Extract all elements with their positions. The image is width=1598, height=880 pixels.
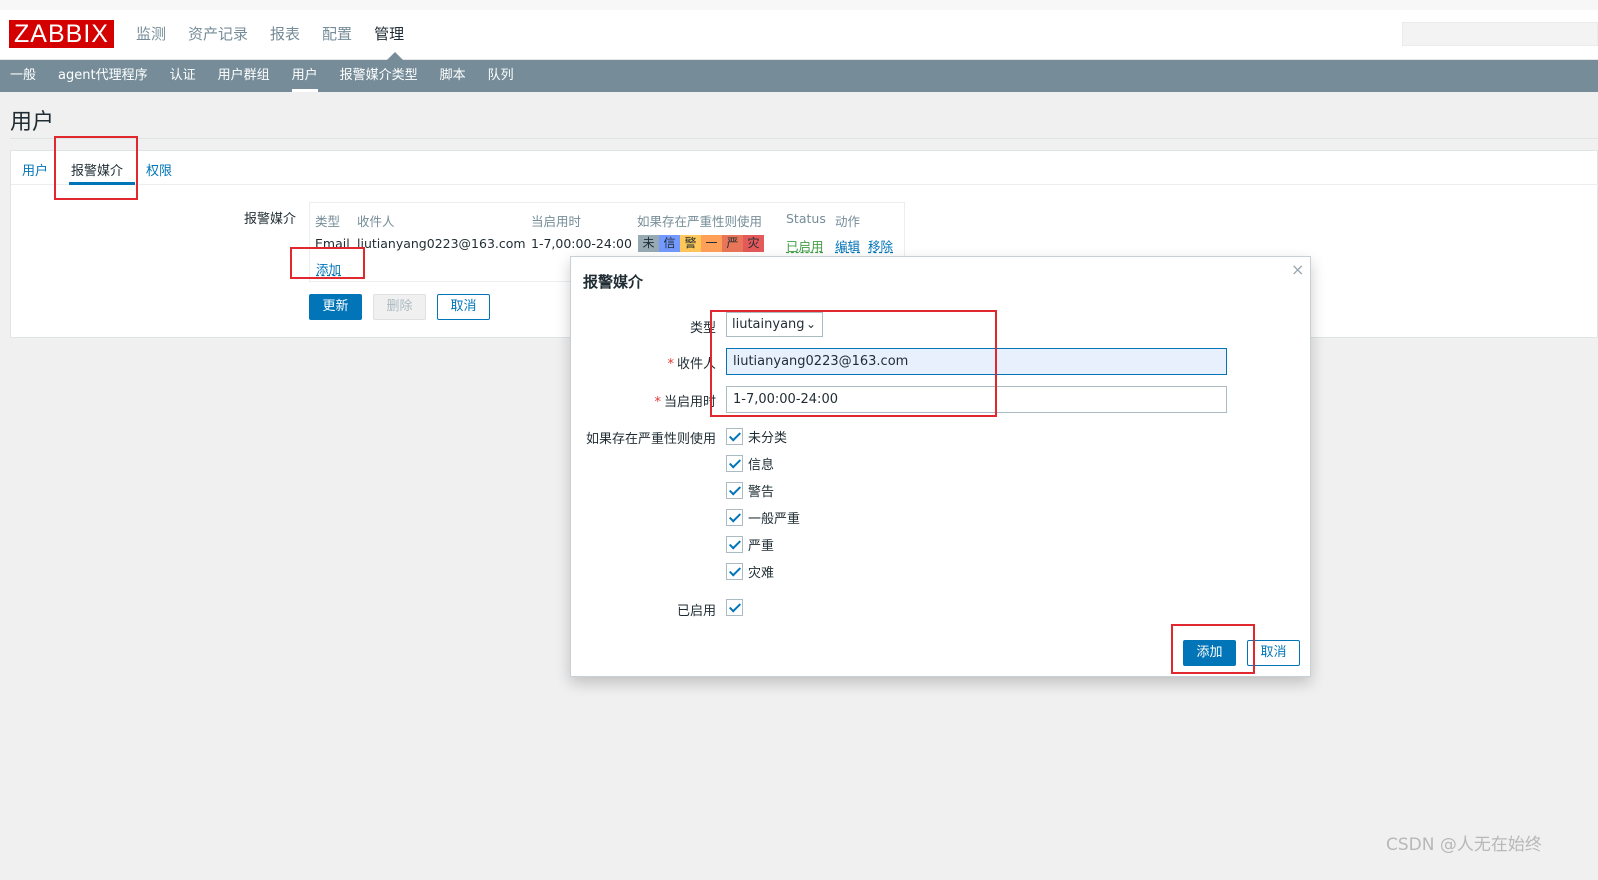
severity-option-label: 未分类 xyxy=(748,431,788,446)
col-type: 类型 xyxy=(315,214,341,229)
active-nav-indicator xyxy=(387,52,403,60)
subnav-scripts[interactable]: 脚本 xyxy=(440,61,466,91)
enabled-checkbox-row[interactable] xyxy=(726,599,748,616)
tab-bar: 用户 报警媒介 权限 xyxy=(11,151,1598,185)
checkbox-enabled[interactable] xyxy=(726,599,743,616)
media-field-label: 报警媒介 xyxy=(244,212,297,227)
checkbox-warning[interactable] xyxy=(726,482,743,499)
severity-option-label: 灾难 xyxy=(748,566,775,581)
delete-button[interactable]: 删除 xyxy=(373,294,426,320)
subnav-media-types[interactable]: 报警媒介类型 xyxy=(340,61,418,91)
severity-badges: 未 信 警 一 严 灾 xyxy=(638,235,764,252)
cell-type: Email xyxy=(315,236,350,251)
severity-option-label: 警告 xyxy=(748,485,775,500)
edit-link[interactable]: 编辑 xyxy=(835,236,860,255)
checkbox-average[interactable] xyxy=(726,509,743,526)
type-select[interactable]: liutainyang ⌄ xyxy=(726,312,823,337)
zabbix-logo[interactable]: ZABBIX xyxy=(9,20,114,48)
severity-badge: 灾 xyxy=(743,235,764,252)
enabled-label: 已启用 xyxy=(676,604,716,619)
watermark: CSDN @人无在始终 xyxy=(1386,835,1542,855)
severity-checkbox-row[interactable]: 灾难 xyxy=(726,562,774,581)
active-tab-indicator xyxy=(69,182,135,185)
col-status: Status xyxy=(786,211,826,226)
type-label: 类型 xyxy=(689,321,716,336)
remove-link[interactable]: 移除 xyxy=(868,236,893,255)
recipient-input[interactable]: liutianyang0223@163.com xyxy=(726,348,1227,375)
col-recipient: 收件人 xyxy=(357,214,395,229)
type-select-value: liutainyang xyxy=(732,317,805,332)
top-header: ZABBIX 监测 资产记录 报表 配置 管理 xyxy=(0,0,1598,60)
checkbox-information[interactable] xyxy=(726,455,743,472)
browser-strip xyxy=(0,0,1598,10)
when-active-input[interactable]: 1-7,00:00-24:00 xyxy=(726,386,1227,413)
subnav-general[interactable]: 一般 xyxy=(10,61,36,91)
nav-administration[interactable]: 管理 xyxy=(374,22,404,46)
subnav-proxies[interactable]: agent代理程序 xyxy=(58,61,148,91)
subnav-users[interactable]: 用户 xyxy=(291,61,318,92)
when-active-label-text: 当启用时 xyxy=(663,395,716,410)
cell-recipient: liutianyang0223@163.com xyxy=(357,236,526,251)
sub-nav: 一般 agent代理程序 认证 用户群组 用户 报警媒介类型 脚本 队列 xyxy=(0,60,1598,92)
recipient-label-text: 收件人 xyxy=(676,357,716,372)
dialog-cancel-button[interactable]: 取消 xyxy=(1247,640,1300,666)
nav-configuration[interactable]: 配置 xyxy=(322,22,352,46)
checkbox-high[interactable] xyxy=(726,536,743,553)
severity-badge: 警 xyxy=(680,235,701,252)
severity-checkbox-row[interactable]: 一般严重 xyxy=(726,508,800,527)
severity-option-label: 严重 xyxy=(748,539,775,554)
subnav-authentication[interactable]: 认证 xyxy=(170,61,196,91)
update-button[interactable]: 更新 xyxy=(309,294,362,320)
col-severity: 如果存在严重性则使用 xyxy=(637,214,763,229)
subnav-user-groups[interactable]: 用户群组 xyxy=(218,61,270,91)
severity-badge: 一 xyxy=(701,235,722,252)
nav-monitoring[interactable]: 监测 xyxy=(136,22,166,46)
severity-checkbox-row[interactable]: 警告 xyxy=(726,481,774,500)
subnav-queue[interactable]: 队列 xyxy=(488,61,514,91)
cancel-button[interactable]: 取消 xyxy=(437,294,490,320)
search-input[interactable] xyxy=(1402,22,1598,46)
tab-permissions[interactable]: 权限 xyxy=(146,160,172,179)
severity-checkbox-row[interactable]: 未分类 xyxy=(726,427,787,446)
severity-option-label: 一般严重 xyxy=(748,512,801,527)
divider xyxy=(10,138,1598,139)
severity-checkbox-row[interactable]: 严重 xyxy=(726,535,774,554)
tab-media[interactable]: 报警媒介 xyxy=(71,160,123,179)
nav-inventory[interactable]: 资产记录 xyxy=(188,22,248,46)
required-icon: * xyxy=(654,395,661,410)
severity-badge: 严 xyxy=(722,235,743,252)
chevron-down-icon: ⌄ xyxy=(805,317,816,331)
col-action: 动作 xyxy=(835,214,861,229)
recipient-label: * 收件人 xyxy=(571,353,716,372)
dialog-add-button[interactable]: 添加 xyxy=(1183,640,1236,666)
required-icon: * xyxy=(667,357,674,372)
severity-badge: 信 xyxy=(659,235,680,252)
severity-checkbox-row[interactable]: 信息 xyxy=(726,454,774,473)
main-nav: 监测 资产记录 报表 配置 管理 xyxy=(136,22,426,46)
page-title: 用户 xyxy=(10,110,55,135)
col-when-active: 当启用时 xyxy=(531,214,582,229)
severity-option-label: 信息 xyxy=(748,458,775,473)
cell-when-active: 1-7,00:00-24:00 xyxy=(531,236,632,251)
status-enabled-link[interactable]: 已启用 xyxy=(786,236,824,255)
tab-user[interactable]: 用户 xyxy=(22,160,48,179)
dialog-title: 报警媒介 xyxy=(583,273,644,291)
severity-badge: 未 xyxy=(638,235,659,252)
media-dialog: 报警媒介 × 类型 liutainyang ⌄ * 收件人 liutianyang… xyxy=(570,256,1311,677)
severity-label: 如果存在严重性则使用 xyxy=(585,432,716,447)
checkbox-not-classified[interactable] xyxy=(726,428,743,445)
add-media-link[interactable]: 添加 xyxy=(316,259,341,278)
checkbox-disaster[interactable] xyxy=(726,563,743,580)
when-active-label: * 当启用时 xyxy=(571,391,716,410)
close-icon[interactable]: × xyxy=(1291,260,1304,279)
nav-reports[interactable]: 报表 xyxy=(270,22,300,46)
